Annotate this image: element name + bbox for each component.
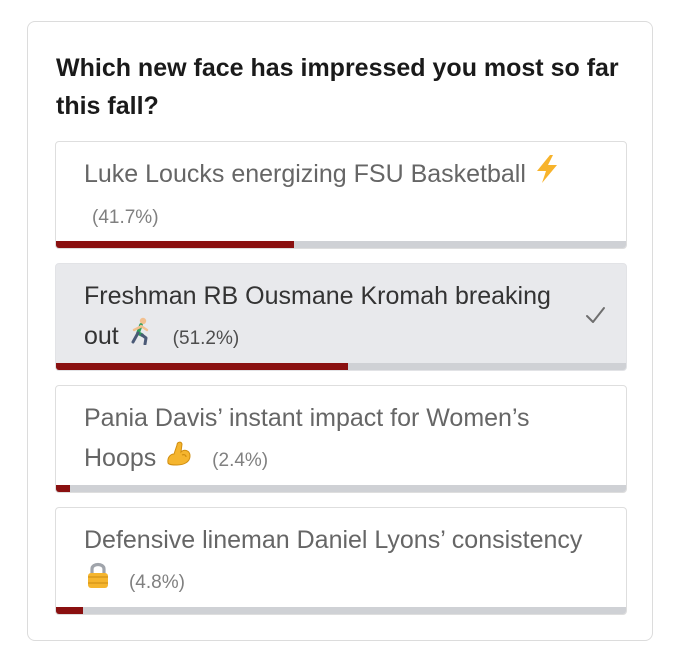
option-label: Pania Davis’ instant impact for Women’s …: [84, 404, 530, 472]
option-percent: (2.4%): [212, 450, 269, 471]
poll-option[interactable]: Freshman RB Ousmane Kromah breaking out …: [55, 263, 627, 371]
result-bar-track: [56, 607, 626, 614]
result-bar-track: [56, 485, 626, 492]
checkmark-icon: [586, 307, 605, 323]
option-label: Defensive lineman Daniel Lyons’ consiste…: [84, 526, 583, 554]
option-label: Freshman RB Ousmane Kromah breaking out: [84, 282, 551, 350]
option-percent: (4.8%): [128, 572, 185, 593]
result-bar-track: [56, 363, 626, 370]
option-percent: (41.7%): [92, 207, 159, 229]
lock-icon: [86, 561, 110, 601]
poll-option[interactable]: Pania Davis’ instant impact for Women’s …: [55, 385, 627, 493]
poll-options: Luke Loucks energizing FSU Basketball (4…: [55, 141, 627, 629]
poll-card: Which new face has impressed you most so…: [27, 21, 653, 641]
result-bar-fill: [56, 241, 294, 248]
poll-option[interactable]: Luke Loucks energizing FSU Basketball (4…: [55, 141, 627, 249]
option-percent: (51.2%): [172, 328, 240, 349]
running-man-icon: [128, 317, 154, 357]
result-bar-fill: [56, 363, 348, 370]
poll-option[interactable]: Defensive lineman Daniel Lyons’ consiste…: [55, 507, 627, 615]
result-bar-track: [56, 241, 626, 248]
option-label: Luke Loucks energizing FSU Basketball: [84, 160, 526, 188]
lightning-bolt-icon: [535, 155, 559, 195]
result-bar-fill: [56, 607, 84, 614]
result-bar-fill: [56, 485, 70, 492]
poll-question: Which new face has impressed you most so…: [56, 54, 619, 120]
flexed-biceps-icon: [165, 439, 193, 479]
